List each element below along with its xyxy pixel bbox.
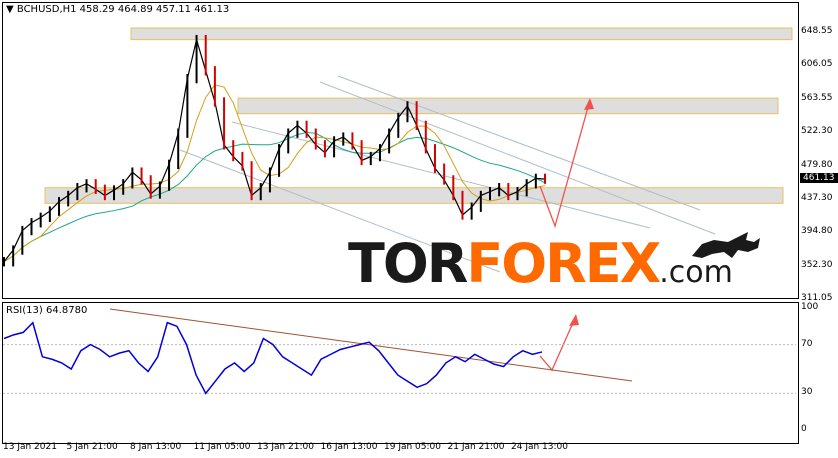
- time-tick-label: 13 Jan 2021: [3, 442, 57, 452]
- price-tick-label: 648.55: [801, 26, 833, 36]
- symbol-header: ▼ BCHUSD,H1 458.29 464.89 457.11 461.13: [6, 4, 229, 15]
- support-zone: [237, 97, 779, 115]
- rsi-forecast-arrow-head: [569, 314, 579, 326]
- price-tick-label: 352.30: [801, 259, 833, 270]
- time-tick-label: 13 Jan 21:00: [257, 442, 314, 452]
- bull-icon: [692, 232, 760, 258]
- forecast-arrow: [539, 99, 591, 229]
- price-tick-label: 394.80: [801, 226, 833, 237]
- rsi-line: [3, 321, 543, 395]
- time-tick-label: 5 Jan 21:00: [66, 442, 118, 452]
- price-tick-label: 479.80: [801, 159, 833, 170]
- current-price-tag: 461.13: [800, 173, 838, 183]
- price-tick-label: 522.30: [801, 126, 833, 137]
- chart-window: ▼ BCHUSD,H1 458.29 464.89 457.11 461.13 …: [0, 0, 838, 458]
- collapse-triangle-icon[interactable]: ▼: [6, 4, 14, 15]
- watermark-tor: TOR: [348, 232, 468, 295]
- symbol-info: BCHUSD,H1 458.29 464.89 457.11 461.13: [16, 4, 230, 15]
- price-line: [3, 37, 546, 263]
- price-tick-label: 437.30: [801, 193, 833, 203]
- watermark-forex: FOREX: [466, 232, 661, 295]
- rsi-tick-label: 30: [801, 387, 813, 398]
- rsi-tick-label: 0: [801, 424, 807, 434]
- rsi-header: RSI(13) 64.8780: [6, 305, 88, 316]
- support-zone: [130, 27, 793, 41]
- price-tick-label: 606.05: [801, 59, 833, 70]
- time-tick-label: 19 Jan 05:00: [384, 442, 441, 452]
- time-tick-label: 16 Jan 13:00: [320, 442, 378, 452]
- time-tick-label: 11 Jan 05:00: [193, 442, 251, 452]
- time-tick-label: 8 Jan 13:00: [130, 442, 182, 452]
- time-tick-label: 24 Jan 13:00: [511, 442, 568, 452]
- time-tick-label: 21 Jan 21:00: [447, 442, 505, 452]
- rsi-tick-label: 100: [801, 302, 819, 312]
- chart-drawing: [3, 27, 796, 395]
- rsi-tick-label: 70: [801, 338, 813, 349]
- watermark-logo: TORFOREX.com: [348, 232, 733, 295]
- price-tick-label: 563.55: [801, 92, 833, 103]
